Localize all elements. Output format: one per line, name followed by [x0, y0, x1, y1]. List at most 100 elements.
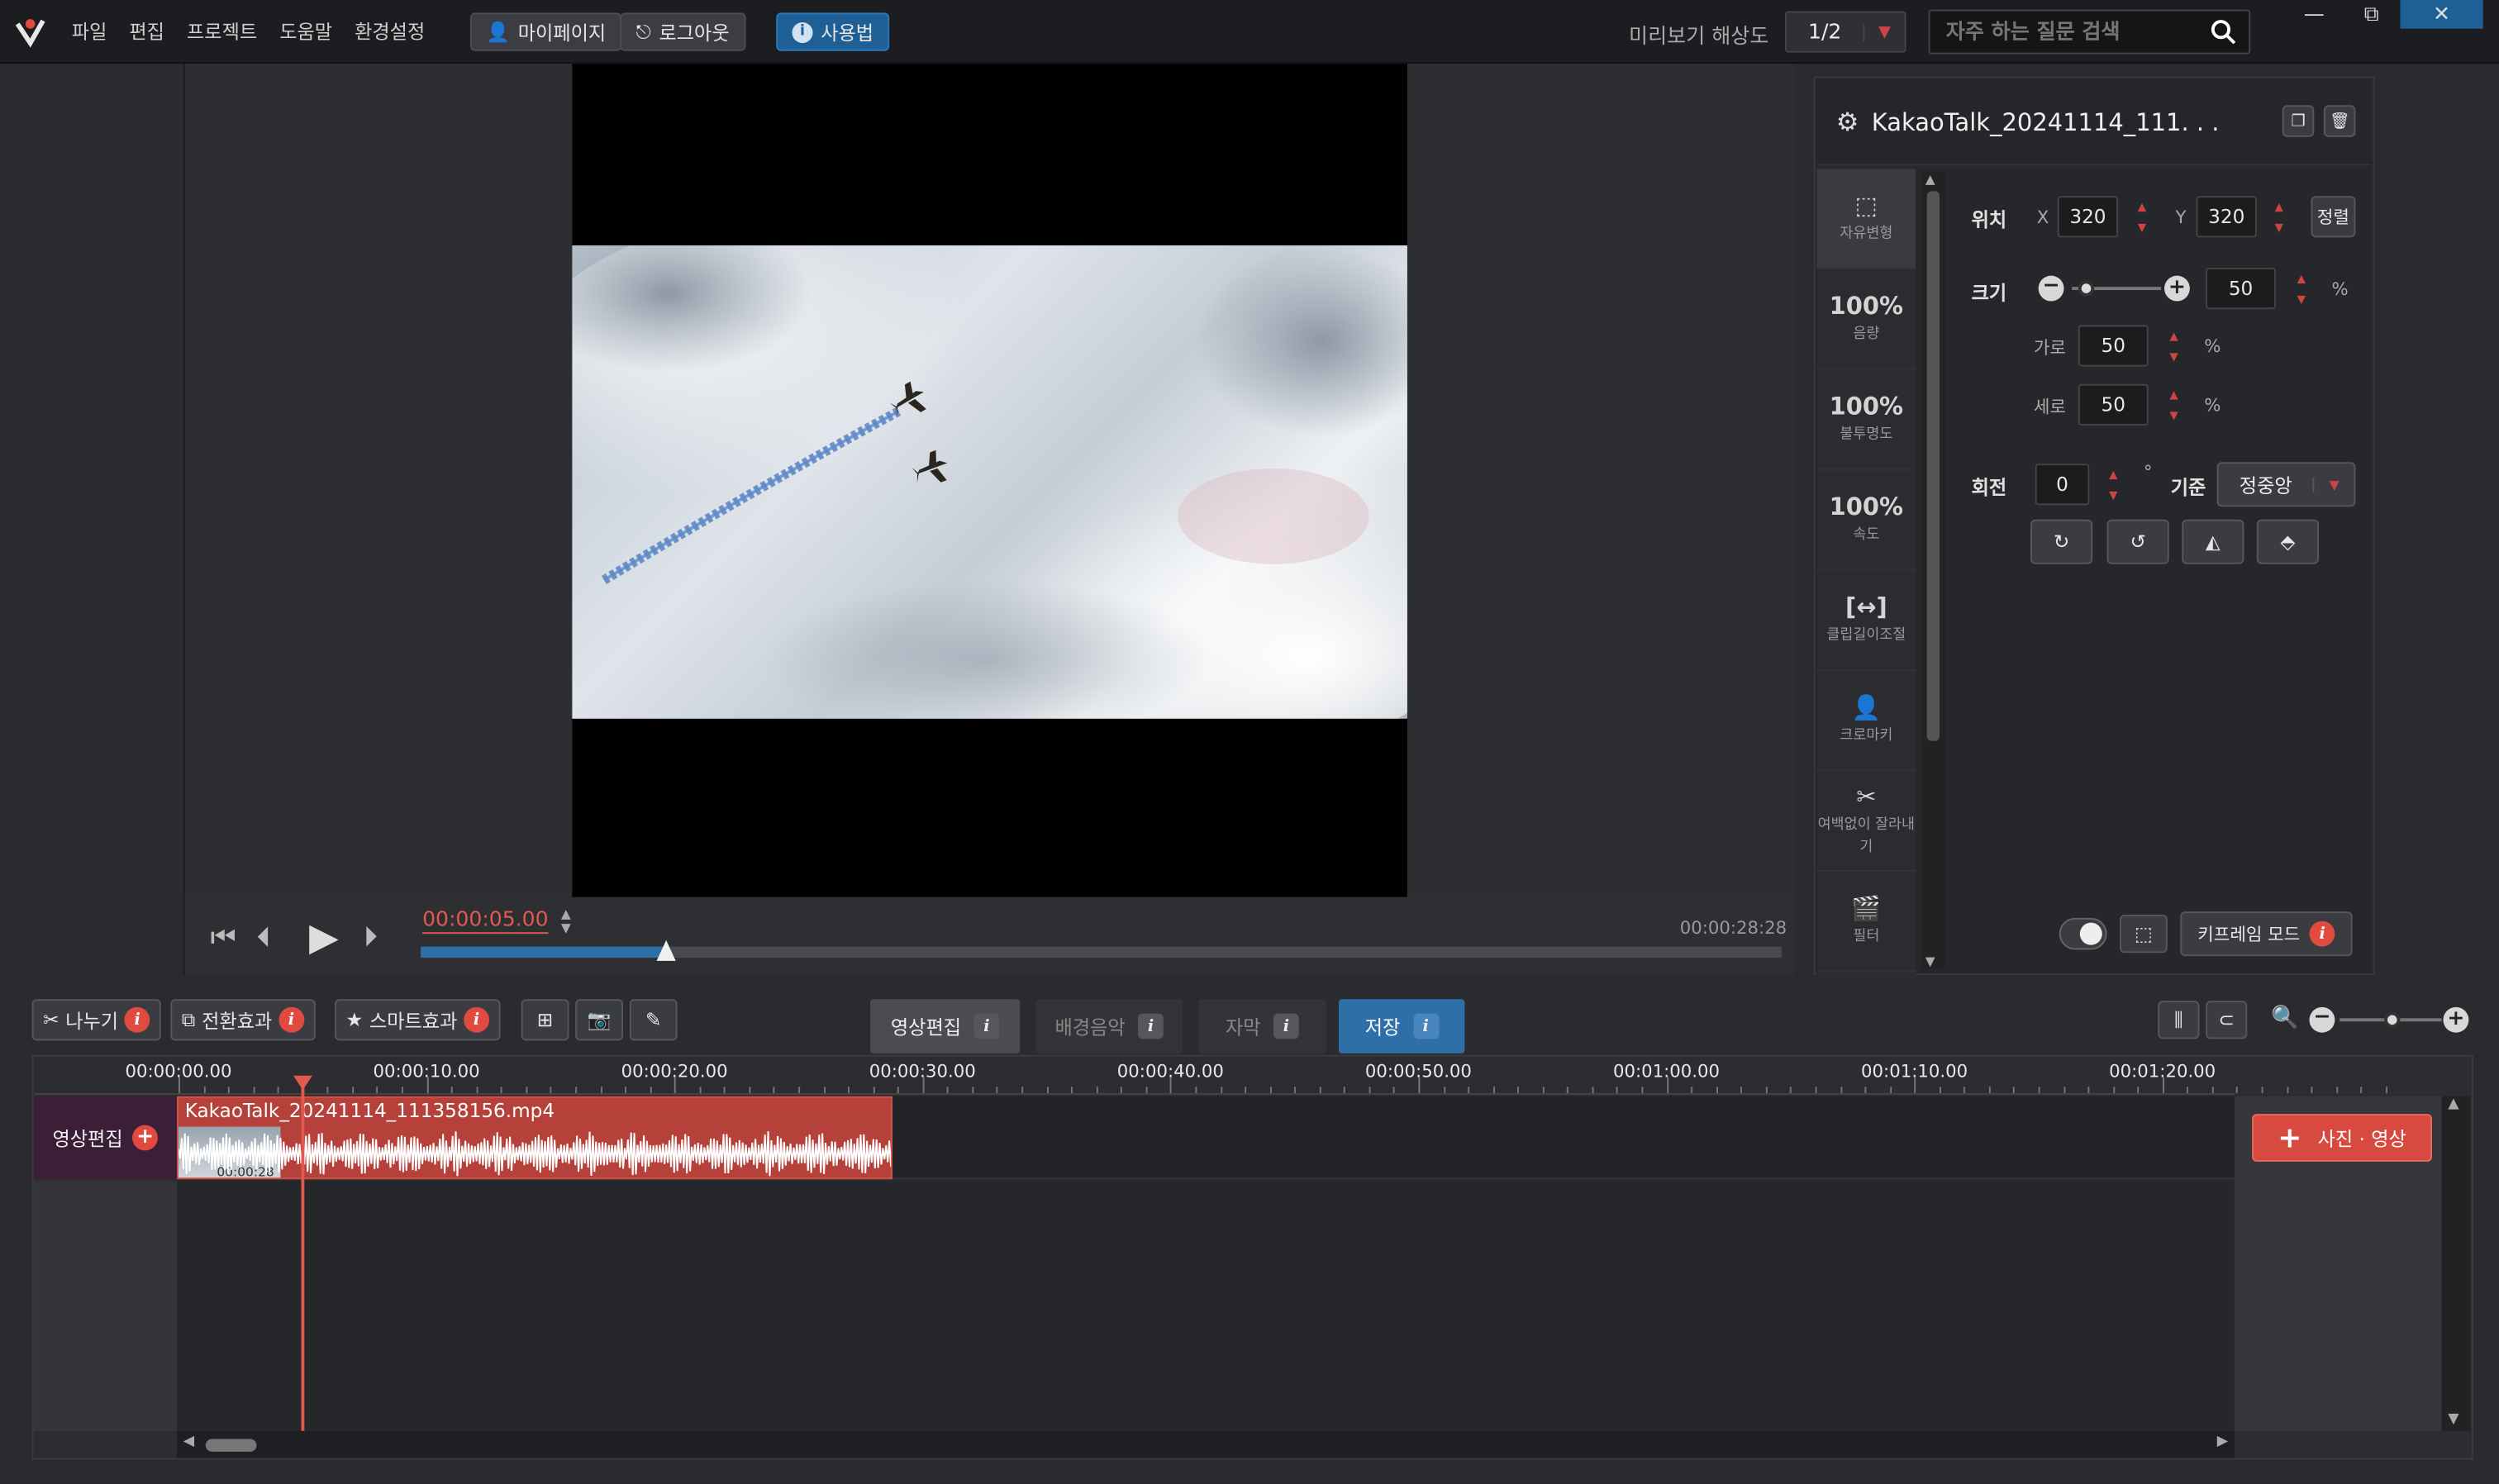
size-slider-knob[interactable]: [2078, 280, 2094, 297]
flip-horizontal-button[interactable]: ◭: [2182, 519, 2244, 564]
height-stepper[interactable]: ▲ ▼: [2161, 384, 2187, 426]
zoom-out-icon[interactable]: −: [2309, 1006, 2335, 1033]
position-y-stepper[interactable]: ▲ ▼: [2266, 196, 2292, 237]
split-button[interactable]: ✂ 나누기 i: [31, 999, 162, 1041]
scroll-up-icon[interactable]: ▲: [2448, 1096, 2459, 1112]
height-input[interactable]: 50: [2078, 383, 2149, 426]
ruler-tick: [1220, 1087, 1222, 1093]
tab-speed[interactable]: 100% 속도: [1816, 470, 1916, 571]
size-stepper[interactable]: ▲ ▼: [2288, 268, 2314, 309]
add-photo-video-button[interactable]: + 사진 · 영상: [2252, 1114, 2432, 1162]
keyframe-toggle[interactable]: [2059, 917, 2107, 950]
ruler-tick: [2013, 1087, 2016, 1093]
size-increase-icon[interactable]: +: [2163, 275, 2190, 302]
position-x-stepper[interactable]: ▲ ▼: [2130, 196, 2155, 237]
width-input[interactable]: 50: [2078, 325, 2149, 367]
time-spinner-icon[interactable]: ▲ ▼: [561, 906, 571, 935]
user-icon: 👤: [486, 21, 511, 44]
tab-filter[interactable]: 🎬 필터: [1816, 872, 1916, 973]
rotate-ccw-90-button[interactable]: ↺: [2106, 519, 2169, 564]
transform-box-button[interactable]: ⬚: [2119, 914, 2168, 954]
video-clip[interactable]: KakaoTalk_20241114_111358156.mp4 00:00:2…: [177, 1096, 892, 1180]
playhead-handle[interactable]: [293, 1075, 312, 1091]
play-icon[interactable]: ▶: [309, 915, 339, 959]
menu-settings[interactable]: 환경설정: [355, 17, 425, 45]
menu-help[interactable]: 도움말: [279, 17, 332, 45]
scroll-down-icon[interactable]: ▼: [1925, 954, 1935, 968]
rotation-stepper[interactable]: ▲ ▼: [2101, 464, 2126, 505]
mypage-button[interactable]: 👤 마이페이지: [469, 12, 622, 51]
smart-effect-button[interactable]: ★ 스마트효과 i: [334, 999, 501, 1041]
ruler-tick: [2261, 1087, 2263, 1093]
scroll-up-icon[interactable]: ▲: [1925, 172, 1935, 186]
tab-subtitle[interactable]: 자막 i: [1198, 999, 1326, 1054]
width-stepper[interactable]: ▲ ▼: [2161, 325, 2187, 366]
scroll-left-icon[interactable]: ◀: [183, 1434, 194, 1450]
add-frame-button[interactable]: ⊞: [521, 999, 569, 1041]
preview-resolution-select[interactable]: 1/2 ▼: [1784, 11, 1906, 53]
timeline-v-scrollbar[interactable]: ▲ ▼: [2441, 1096, 2471, 1431]
screenshot-button[interactable]: 📷: [575, 999, 624, 1041]
person-icon: 👤: [1851, 692, 1882, 722]
howto-button[interactable]: i 사용법: [776, 12, 890, 51]
trash-icon[interactable]: 🗑: [2323, 105, 2356, 137]
tab-video-edit[interactable]: 영상편집 i: [869, 999, 1021, 1054]
tab-chroma-key[interactable]: 👤 크로마키: [1816, 671, 1916, 772]
restore-button[interactable]: ⧉: [2343, 0, 2400, 29]
rotation-input[interactable]: 0: [2035, 464, 2090, 506]
align-button[interactable]: 정렬: [2311, 196, 2356, 238]
transition-button[interactable]: ⧉ 전환효과 i: [170, 999, 316, 1041]
waveform-button[interactable]: ⫼: [2158, 1001, 2200, 1039]
zoom-icon: 🔍: [2271, 1005, 2299, 1031]
tab-opacity[interactable]: 100% 불투명도: [1816, 369, 1916, 470]
rotate-cw-90-button[interactable]: ↻: [2030, 519, 2093, 564]
flip-vertical-button[interactable]: ⬘: [2256, 519, 2320, 564]
position-x-input[interactable]: 320: [2057, 196, 2119, 238]
size-input[interactable]: 50: [2206, 267, 2276, 310]
seek-bar[interactable]: [421, 946, 1783, 958]
playhead[interactable]: [301, 1077, 305, 1431]
tab-clip-length[interactable]: [↔] 클립길이조절: [1816, 570, 1916, 671]
scissors-icon: ✂: [1856, 782, 1877, 811]
search-icon[interactable]: [2197, 19, 2249, 45]
size-decrease-icon[interactable]: −: [2038, 275, 2064, 302]
tab-free-transform[interactable]: ⬚ 자유변형: [1816, 169, 1916, 269]
props-scrollbar[interactable]: ▲ ▼: [1921, 172, 1944, 969]
edit-image-button[interactable]: ✎: [629, 999, 678, 1041]
step-forward-icon[interactable]: ⏵: [364, 921, 378, 955]
faq-search-input[interactable]: [1930, 11, 2198, 53]
tab-volume[interactable]: 100% 음량: [1816, 269, 1916, 370]
skip-start-icon[interactable]: ⏮: [211, 921, 236, 955]
h-scrollbar-thumb[interactable]: [205, 1439, 257, 1452]
logout-button[interactable]: ⎋ 로그아웃: [620, 12, 745, 51]
zoom-slider-knob[interactable]: [2384, 1011, 2401, 1028]
close-button[interactable]: ✕: [2400, 0, 2483, 29]
minimize-button[interactable]: —: [2286, 0, 2343, 29]
scrollbar-thumb[interactable]: [1926, 191, 1940, 741]
tab-save[interactable]: 저장 i: [1338, 999, 1465, 1054]
seek-handle[interactable]: [656, 939, 676, 961]
scroll-down-icon[interactable]: ▼: [2448, 1412, 2459, 1428]
menu-edit[interactable]: 편집: [129, 17, 164, 45]
step-back-icon[interactable]: ⏴: [256, 921, 270, 955]
add-frame-icon: ⊞: [536, 1008, 554, 1031]
keyframe-mode-button[interactable]: 키프레임 모드 i: [2180, 911, 2353, 957]
empty-track-area: [177, 1181, 2235, 1431]
zoom-in-icon[interactable]: +: [2443, 1006, 2469, 1033]
time-ruler[interactable]: 00:00:00.00 00:00:10.00 00:00:20.00 00:00:3…: [35, 1056, 2387, 1095]
timeline-h-scrollbar[interactable]: ◀ ▶: [177, 1430, 2235, 1458]
anchor-select[interactable]: 정중앙 ▼: [2216, 462, 2356, 507]
tab-background-music[interactable]: 배경음악 i: [1035, 999, 1183, 1054]
tab-crop[interactable]: ✂ 여백없이 잘라내기: [1816, 771, 1916, 872]
chevron-down-icon: ▼: [1863, 22, 1904, 41]
menu-project[interactable]: 프로젝트: [187, 17, 257, 45]
current-time[interactable]: 00:00:05.00: [422, 908, 549, 935]
scroll-right-icon[interactable]: ▶: [2217, 1434, 2228, 1450]
add-track-icon[interactable]: +: [132, 1125, 159, 1151]
menu-file[interactable]: 파일: [72, 17, 107, 45]
position-y-input[interactable]: 320: [2196, 196, 2257, 238]
ruler-tick: [699, 1087, 702, 1093]
copy-icon[interactable]: ❐: [2282, 105, 2315, 137]
magnet-button[interactable]: ⊂: [2206, 1001, 2248, 1039]
ruler-tick: [947, 1087, 950, 1093]
